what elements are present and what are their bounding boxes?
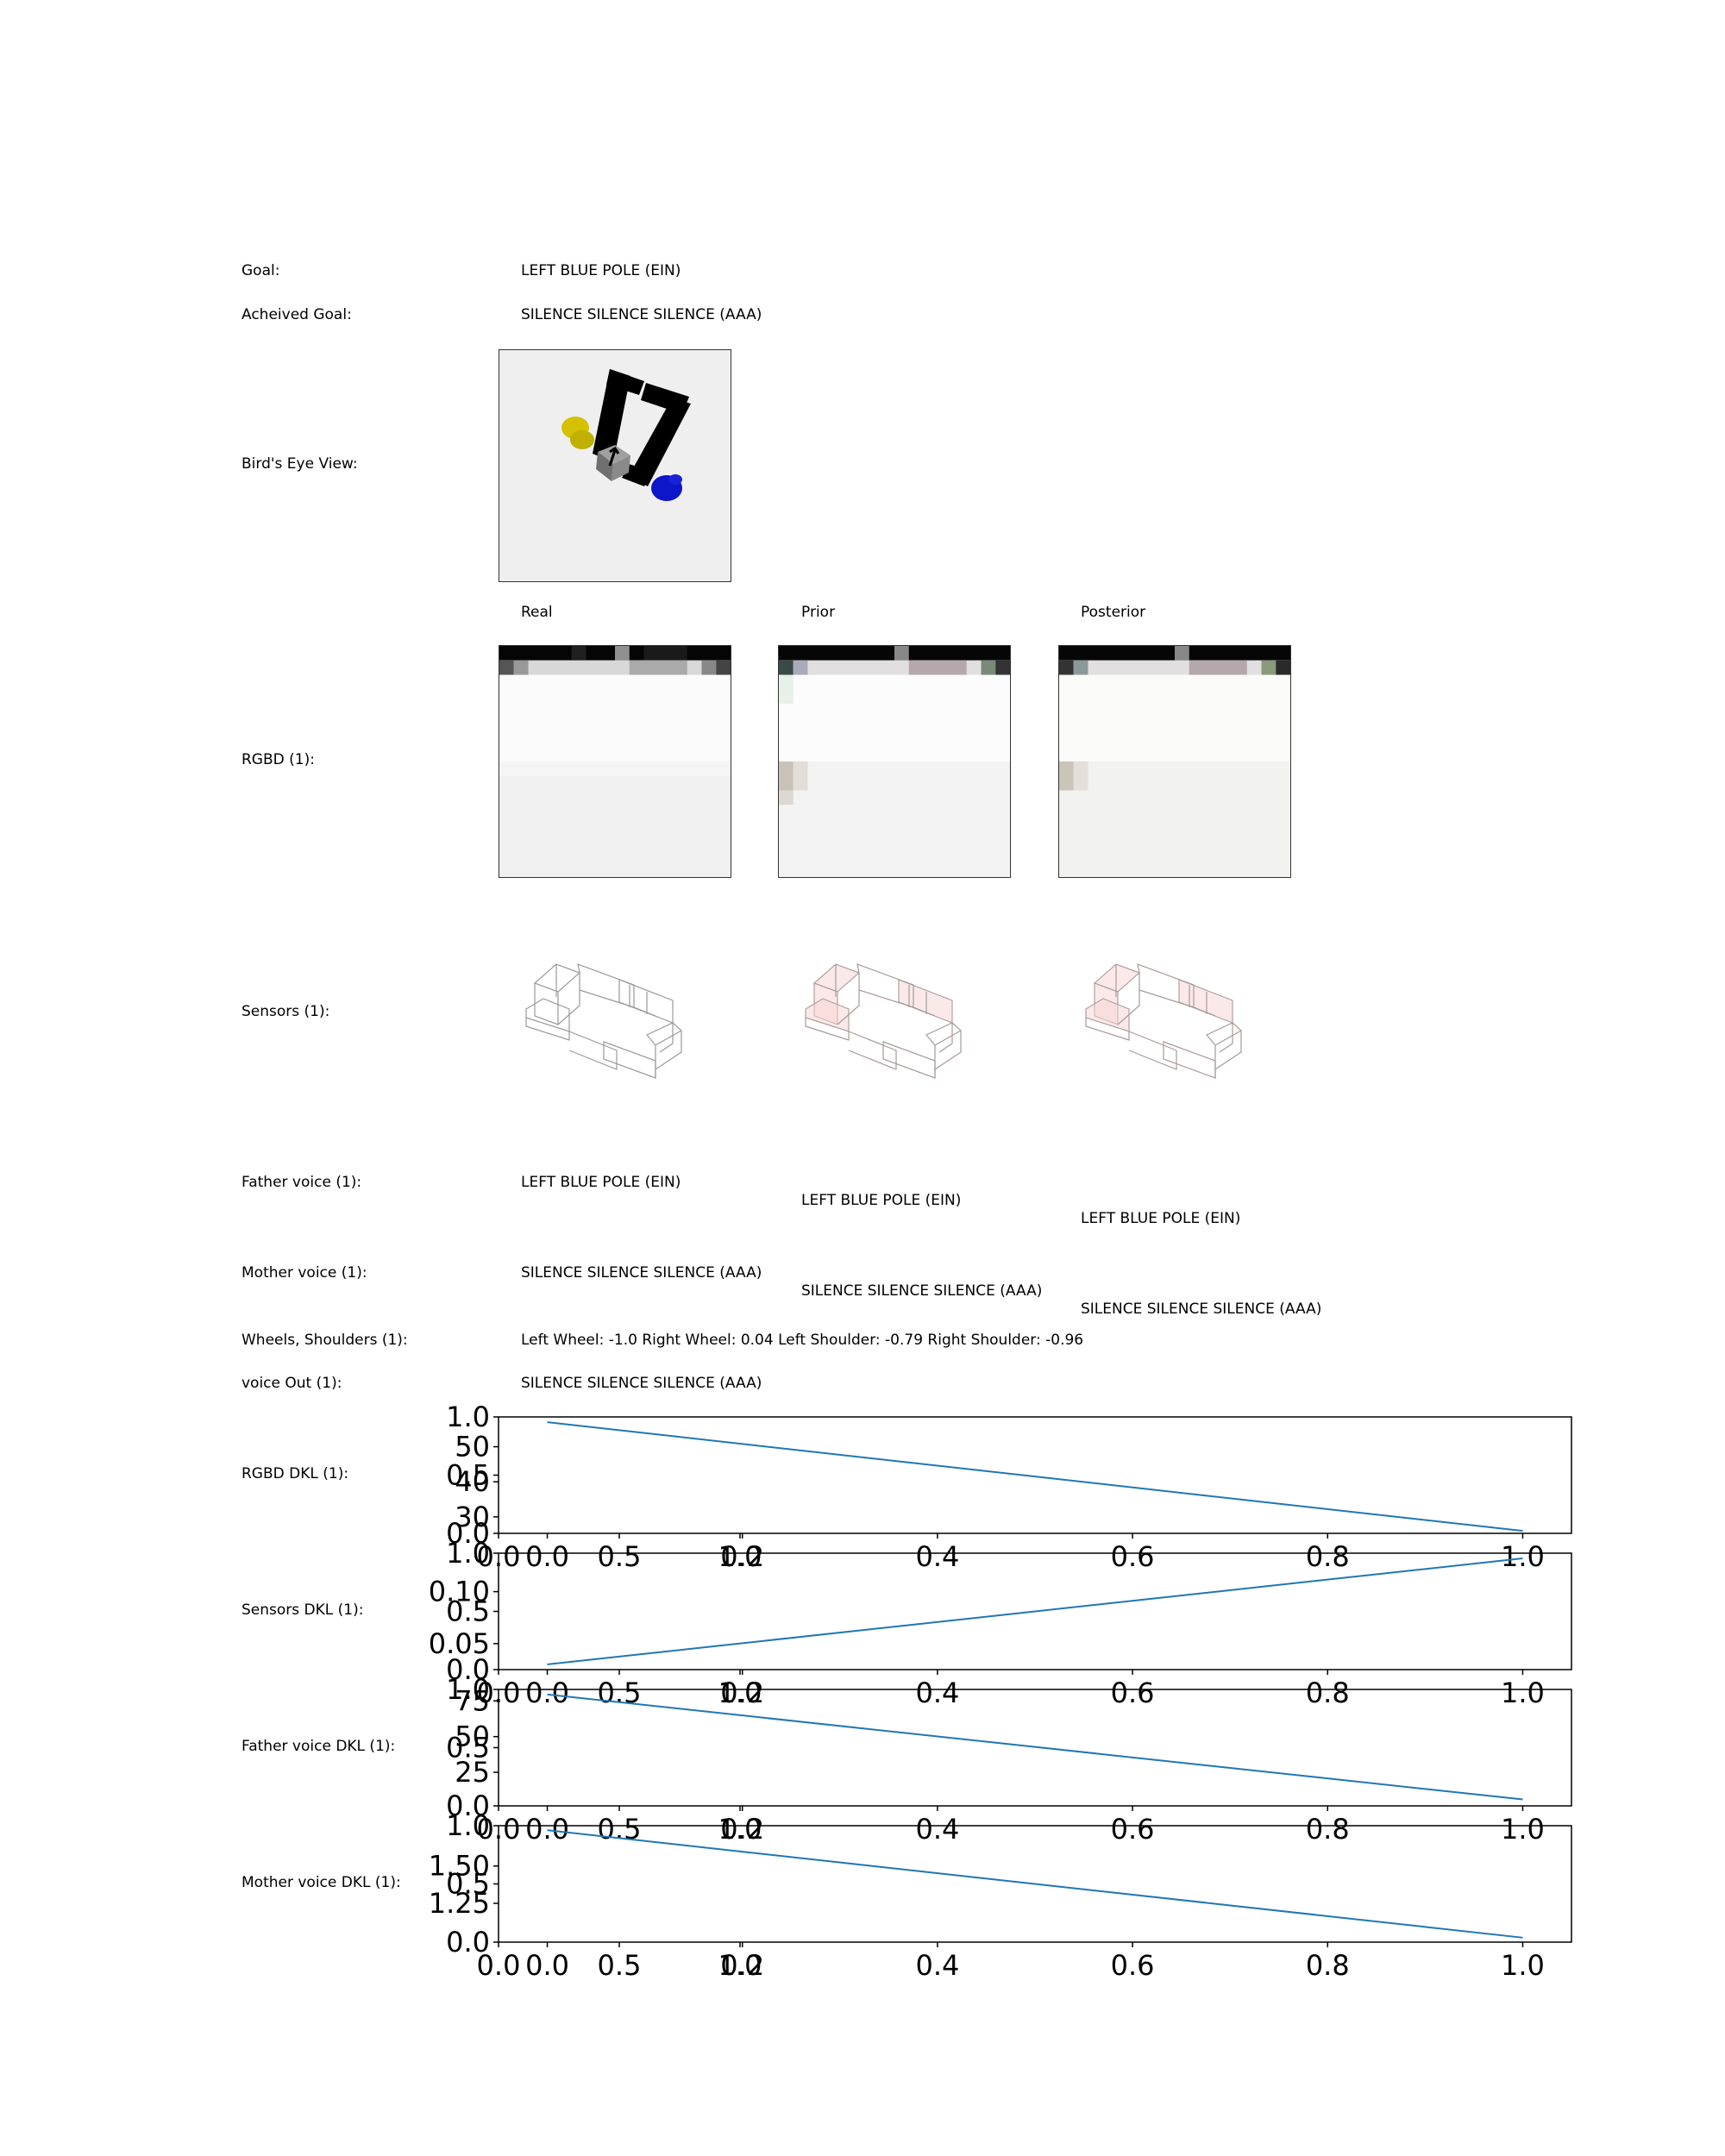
x-tick-label: 0.8 — [1306, 1949, 1350, 1982]
x-tick-label: 0.0 — [525, 1540, 569, 1573]
y-tick-label: 1.50 — [429, 1850, 490, 1883]
overlay-y-tick-label: 1.0 — [446, 1809, 490, 1842]
y-tick-label: 1.25 — [429, 1887, 490, 1920]
x-tick-label: 0.4 — [915, 1813, 959, 1846]
x-tick-label: 0.0 — [525, 1813, 569, 1846]
x-tick-label: 0.6 — [1111, 1677, 1155, 1709]
x-tick-label: 0.6 — [1111, 1813, 1155, 1846]
y-tick-label: 30 — [455, 1501, 490, 1533]
y-tick-label: 75 — [455, 1684, 490, 1717]
overlay-x-tick-label: 0.5 — [598, 1540, 642, 1573]
series-line — [547, 1421, 1523, 1532]
y-tick-label: 50 — [455, 1431, 490, 1463]
series-line — [547, 1693, 1523, 1801]
x-tick-label: 1.0 — [1501, 1813, 1545, 1846]
y-tick-label: 50 — [455, 1720, 490, 1753]
x-tick-label: 0.2 — [720, 1677, 764, 1709]
series-line — [547, 1829, 1523, 1939]
x-tick-label: 0.4 — [915, 1949, 959, 1982]
x-tick-label: 0.8 — [1306, 1540, 1350, 1573]
y-tick-label: 25 — [455, 1756, 490, 1789]
overlay-x-tick-label: 0.5 — [598, 1949, 642, 1982]
x-tick-label: 0.0 — [525, 1677, 569, 1709]
x-tick-label: 1.0 — [1501, 1540, 1545, 1573]
x-tick-label: 0.0 — [525, 1949, 569, 1982]
y-tick-label: 0.10 — [429, 1576, 490, 1608]
overlay-y-tick-label: 1.0 — [446, 1401, 490, 1433]
x-tick-label: 0.8 — [1306, 1813, 1350, 1846]
series-line — [547, 1557, 1523, 1665]
overlay-x-tick-label: 0.0 — [477, 1949, 521, 1982]
y-tick-label: 0.05 — [429, 1627, 490, 1660]
x-tick-label: 1.0 — [1501, 1677, 1545, 1709]
x-tick-label: 0.4 — [915, 1540, 959, 1573]
x-tick-label: 0.4 — [915, 1677, 959, 1709]
x-tick-label: 0.8 — [1306, 1677, 1350, 1709]
overlay-y-tick-label: 1.0 — [446, 1537, 490, 1570]
x-tick-label: 0.6 — [1111, 1949, 1155, 1982]
y-tick-label: 40 — [455, 1465, 490, 1498]
dkl-charts: 0.00.51.00.0 0.5 1.03040500.0 0.2 0.4 0.6 0.8 1… — [429, 1401, 1572, 1982]
x-tick-label: 0.6 — [1111, 1540, 1155, 1573]
x-tick-label: 0.2 — [720, 1813, 764, 1846]
x-tick-label: 0.2 — [720, 1949, 764, 1982]
x-tick-label: 0.2 — [720, 1540, 764, 1573]
x-tick-label: 1.0 — [1501, 1949, 1545, 1982]
